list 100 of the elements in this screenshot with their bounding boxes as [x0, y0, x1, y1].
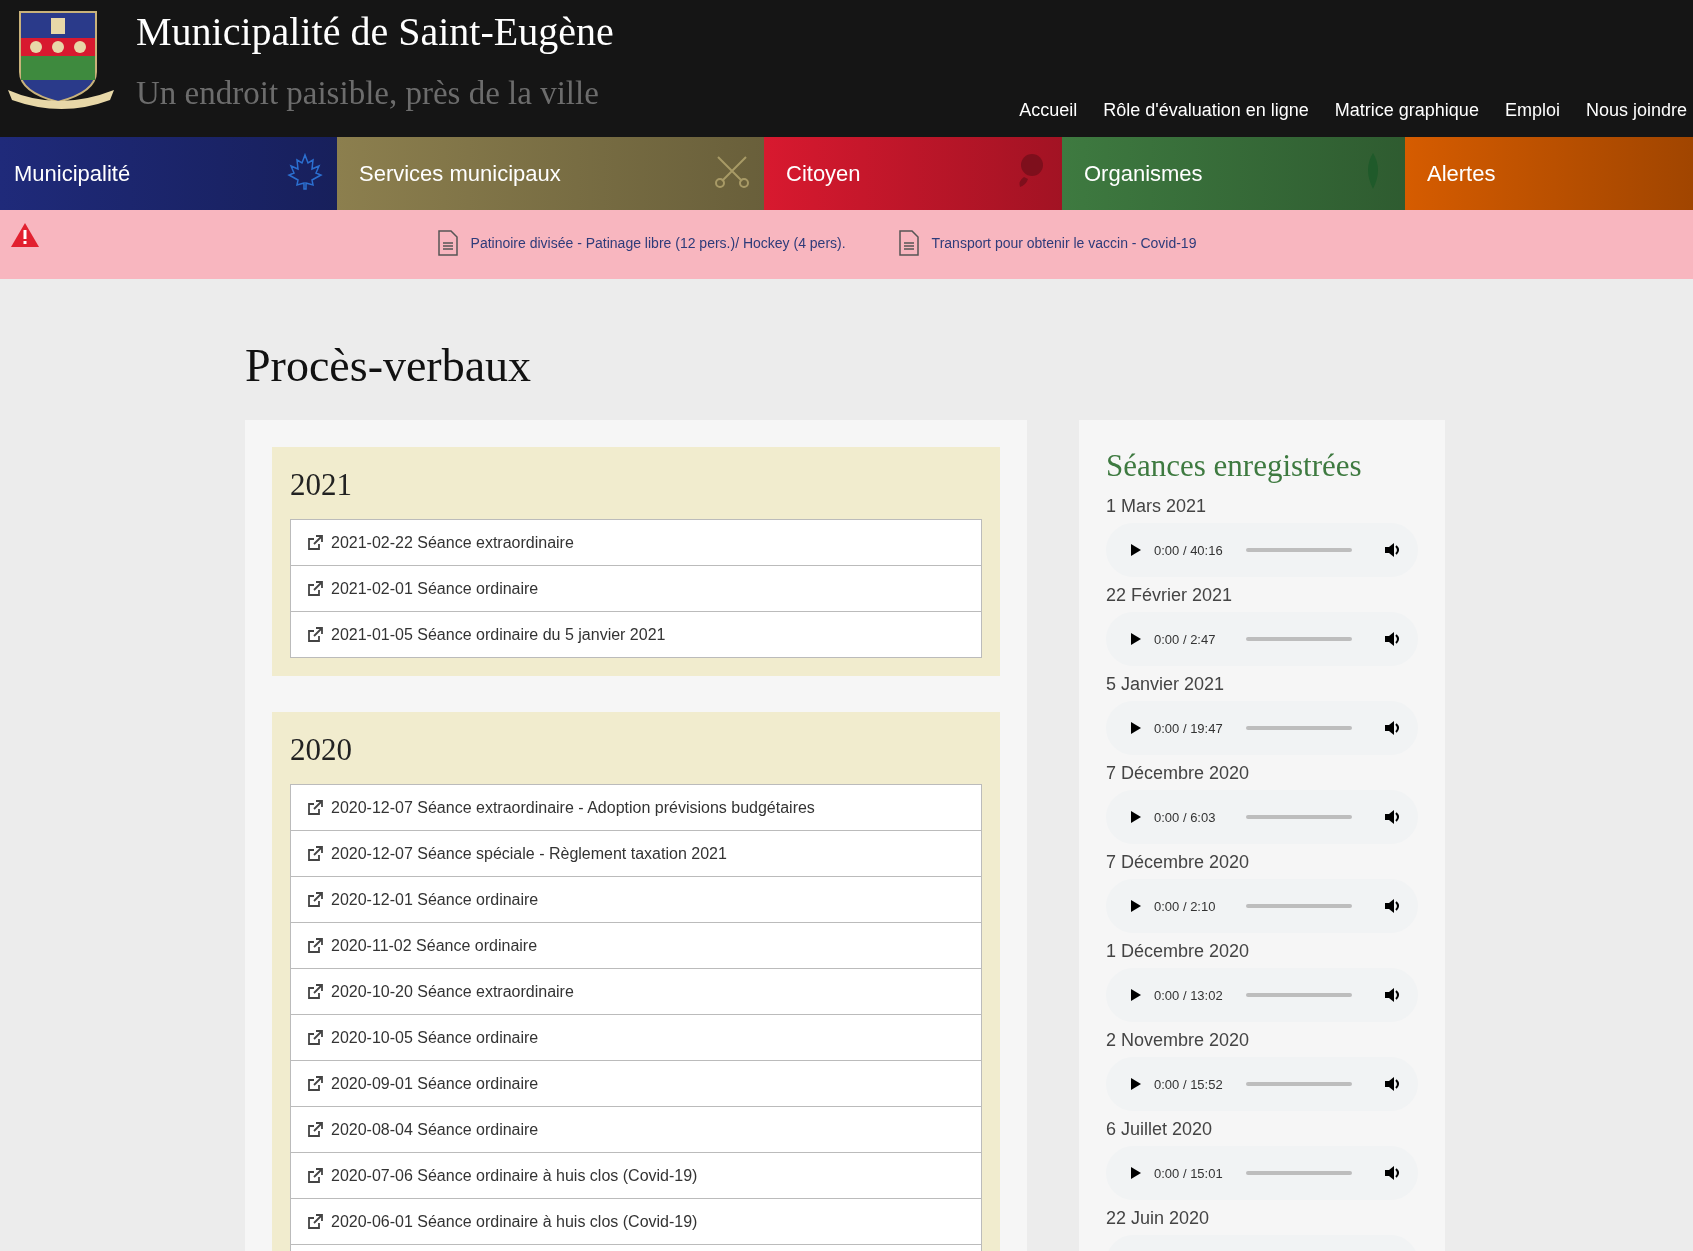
top-nav-link[interactable]: Emploi	[1504, 100, 1560, 121]
minutes-link[interactable]: 2021-02-22 Séance extraordinaire	[331, 533, 574, 552]
external-link-icon	[307, 1213, 323, 1230]
minutes-link[interactable]: 2020-07-06 Séance ordinaire à huis clos (Covid-19)	[331, 1166, 698, 1185]
site-title[interactable]: Municipalité de Saint-Eugène	[136, 8, 614, 55]
volume-icon[interactable]	[1384, 631, 1402, 647]
audio-player[interactable]: 0:00 / 2:47	[1106, 612, 1418, 666]
audio-progress-track[interactable]	[1246, 726, 1352, 730]
play-icon[interactable]	[1130, 543, 1142, 557]
external-link-icon	[307, 1075, 323, 1092]
play-icon[interactable]	[1130, 632, 1142, 646]
minutes-link[interactable]: 2020-09-01 Séance ordinaire	[331, 1074, 539, 1093]
minutes-link-row[interactable]: 2020-12-01 Séance ordinaire	[290, 877, 982, 923]
play-icon[interactable]	[1130, 721, 1142, 735]
recording-date: 1 Mars 2021	[1106, 496, 1208, 517]
audio-player[interactable]: 0:00 / 15:52	[1106, 1057, 1418, 1111]
audio-player[interactable]: 0:00 / 2:10	[1106, 879, 1418, 933]
audio-progress-track[interactable]	[1246, 1082, 1352, 1086]
volume-icon[interactable]	[1384, 542, 1402, 558]
audio-time: 0:00 / 2:47	[1154, 631, 1217, 647]
recording-date: 22 Juin 2020	[1106, 1208, 1211, 1229]
top-nav-link[interactable]: Rôle d'évaluation en ligne	[1103, 100, 1309, 121]
minutes-link[interactable]: 2020-08-04 Séance ordinaire	[331, 1120, 539, 1139]
site-tagline: Un endroit paisible, près de la ville	[136, 75, 600, 112]
play-icon[interactable]	[1130, 899, 1142, 913]
document-icon	[436, 230, 459, 256]
minutes-link-row[interactable]: 2020-06-01 Séance ordinaire à huis clos (Covid-19)	[290, 1199, 982, 1245]
volume-icon[interactable]	[1384, 987, 1402, 1003]
audio-player[interactable]: 0:00 / 6:03	[1106, 790, 1418, 844]
minutes-link[interactable]: 2020-11-02 Séance ordinaire	[331, 936, 538, 955]
top-nav-link[interactable]: Matrice graphique	[1334, 100, 1479, 121]
minutes-link[interactable]: 2020-12-07 Séance spéciale - Règlement taxation 2021	[331, 844, 727, 863]
warning-icon	[10, 222, 40, 248]
external-link-icon	[307, 580, 323, 597]
audio-time: 0:00 / 2:10	[1154, 898, 1217, 914]
audio-player[interactable]: 0:00 / 19:47	[1106, 701, 1418, 755]
volume-icon[interactable]	[1384, 720, 1402, 736]
external-link-icon	[307, 799, 323, 816]
minutes-link[interactable]: 2020-12-01 Séance ordinaire	[331, 890, 539, 909]
minutes-link-row[interactable]: 2020-12-07 Séance spéciale - Règlement taxation 2021	[290, 831, 982, 877]
audio-progress-track[interactable]	[1246, 815, 1352, 819]
volume-icon[interactable]	[1384, 898, 1402, 914]
minutes-link[interactable]: 2020-12-07 Séance extraordinaire - Adoption prévisions budgétaires	[331, 798, 815, 817]
audio-progress-track[interactable]	[1246, 904, 1352, 908]
recording-date: 22 Février 2021	[1106, 585, 1234, 606]
main-nav-tab[interactable]: Services municipaux	[337, 137, 764, 210]
minutes-link[interactable]: 2020-06-01 Séance ordinaire à huis clos (Covid-19)	[331, 1212, 698, 1231]
audio-player[interactable]: 0:00 / 40:16	[1106, 523, 1418, 577]
minutes-link-row[interactable]: 2020-07-06 Séance ordinaire à huis clos (Covid-19)	[290, 1153, 982, 1199]
minutes-link-row[interactable]: 2021-01-05 Séance ordinaire du 5 janvier 2021	[290, 612, 982, 658]
recording-date: 7 Décembre 2020	[1106, 852, 1251, 873]
external-link-icon	[307, 1167, 323, 1184]
external-link-icon	[307, 534, 323, 551]
recording-date: 5 Janvier 2021	[1106, 674, 1226, 695]
minutes-link-row[interactable]: 2020-11-02 Séance ordinaire	[290, 923, 982, 969]
minutes-link-row[interactable]: 2021-02-01 Séance ordinaire	[290, 566, 982, 612]
year-heading: 2020	[290, 732, 353, 768]
main-nav-tab[interactable]: Alertes	[1405, 137, 1693, 210]
page-title: Procès-verbaux	[245, 339, 533, 393]
volume-icon[interactable]	[1384, 1076, 1402, 1092]
audio-progress-track[interactable]	[1246, 548, 1352, 552]
volume-icon[interactable]	[1384, 1165, 1402, 1181]
play-icon[interactable]	[1130, 988, 1142, 1002]
external-link-icon	[307, 845, 323, 862]
minutes-link-row[interactable]: 2020-10-20 Séance extraordinaire	[290, 969, 982, 1015]
maple-leaf-icon	[285, 151, 325, 191]
alert-link[interactable]: Transport pour obtenir le vaccin - Covid-19	[931, 235, 1197, 251]
audio-progress-track[interactable]	[1246, 637, 1352, 641]
audio-time: 0:00 / 15:52	[1154, 1076, 1224, 1092]
main-nav-tab[interactable]: Municipalité	[0, 137, 337, 210]
recording-date: 1 Décembre 2020	[1106, 941, 1251, 962]
minutes-link[interactable]: 2021-01-05 Séance ordinaire du 5 janvier 2021	[331, 625, 666, 644]
top-nav-link[interactable]: Accueil	[1019, 100, 1078, 121]
alert-link[interactable]: Patinoire divisée - Patinage libre (12 pers.)/ Hockey (4 pers).	[470, 235, 846, 251]
minutes-link[interactable]: 2021-02-01 Séance ordinaire	[331, 579, 539, 598]
minutes-link-row[interactable]: 2020-09-01 Séance ordinaire	[290, 1061, 982, 1107]
top-nav-link[interactable]: Nous joindre	[1585, 100, 1687, 121]
audio-progress-track[interactable]	[1246, 1171, 1352, 1175]
external-link-icon	[307, 626, 323, 643]
year-heading: 2021	[290, 467, 353, 503]
minutes-link-row[interactable]: 2021-02-22 Séance extraordinaire	[290, 519, 982, 566]
minutes-link[interactable]: 2020-10-05 Séance ordinaire	[331, 1028, 539, 1047]
main-nav-tab[interactable]: Citoyen	[764, 137, 1062, 210]
minutes-link[interactable]: 2020-10-20 Séance extraordinaire	[331, 982, 574, 1001]
play-icon[interactable]	[1130, 810, 1142, 824]
minutes-link-row[interactable]: 2020-08-04 Séance ordinaire	[290, 1107, 982, 1153]
minutes-link-row[interactable]: 2020-12-07 Séance extraordinaire - Adoption prévisions budgétaires	[290, 784, 982, 831]
audio-time: 0:00 / 19:47	[1154, 720, 1224, 736]
main-nav-tab[interactable]: Organismes	[1062, 137, 1405, 210]
recordings-title: Séances enregistrées	[1106, 448, 1363, 484]
audio-player[interactable]: 0:00 / 15:01	[1106, 1146, 1418, 1200]
external-link-icon	[307, 1121, 323, 1138]
play-icon[interactable]	[1130, 1077, 1142, 1091]
document-icon	[897, 230, 920, 256]
minutes-link-row[interactable]: 2020-10-05 Séance ordinaire	[290, 1015, 982, 1061]
play-icon[interactable]	[1130, 1166, 1142, 1180]
volume-icon[interactable]	[1384, 809, 1402, 825]
audio-progress-track[interactable]	[1246, 993, 1352, 997]
audio-player[interactable]: 0:00 / 13:02	[1106, 968, 1418, 1022]
recording-date: 2 Novembre 2020	[1106, 1030, 1251, 1051]
